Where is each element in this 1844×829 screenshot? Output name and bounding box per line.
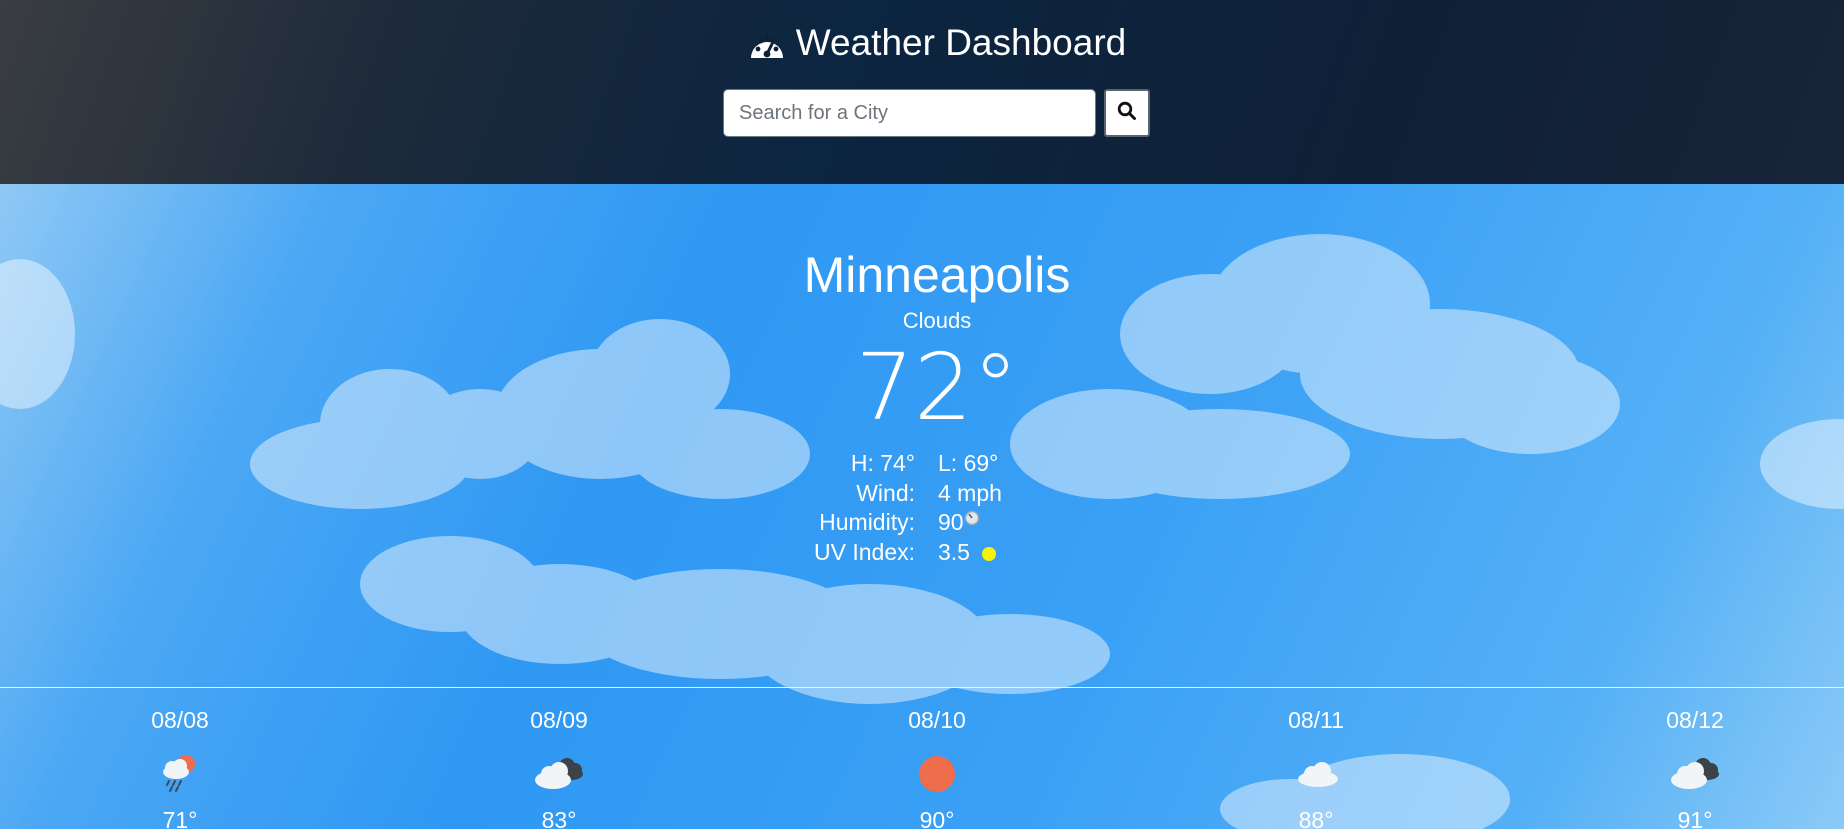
forecast-date: 08/12 <box>1666 707 1724 733</box>
humidity-row: Humidity: 90 <box>780 509 1040 539</box>
wind-value: 4 mph <box>938 479 1002 506</box>
wind-label: Wind: <box>856 479 915 506</box>
city-name: Minneapolis <box>803 247 1071 303</box>
rain-sun-icon <box>158 752 202 792</box>
wind-row: Wind: 4 mph <box>780 480 1040 510</box>
cloudy-icon <box>1671 752 1719 792</box>
tachometer-icon <box>748 28 786 58</box>
forecast-date: 08/08 <box>151 707 209 733</box>
uv-row: UV Index: 3.5 <box>780 539 1040 569</box>
forecast-temp: 83° <box>541 807 577 829</box>
forecast-temp: 90° <box>919 807 955 829</box>
high-temp: H: 74° <box>850 450 915 476</box>
current-temperature: 72° <box>855 334 1019 441</box>
header: Weather Dashboard <box>0 0 1844 184</box>
uv-label: UV Index: <box>814 538 915 565</box>
humidity-value-wrap: 90 <box>938 509 980 536</box>
search-icon <box>1117 101 1137 126</box>
page-title: Weather Dashboard <box>0 22 1844 64</box>
uv-indicator <box>981 546 996 561</box>
search-button[interactable] <box>1104 89 1150 137</box>
cloudy-icon <box>535 752 583 792</box>
forecast-temp: 91° <box>1677 807 1713 829</box>
high-low-row: H: 74° L: 69° <box>780 450 1040 480</box>
uv-value-wrap: 3.5 <box>938 539 996 566</box>
forecast-date: 08/10 <box>908 707 966 733</box>
weather-dashboard-page: Weather Dashboard Search for a City Minn… <box>0 0 1844 829</box>
forecast-date: 08/09 <box>530 707 588 733</box>
current-weather-panel: Minneapolis Clouds 72° H: 74° L: 69° Win… <box>0 184 1844 829</box>
weather-stats: H: 74° L: 69° Wind: 4 mph Humidity: 90 U… <box>780 450 1040 568</box>
humidity-gauge-icon <box>964 505 980 532</box>
forecast-date: 08/11 <box>1288 707 1344 733</box>
forecast-temp: 88° <box>1298 807 1334 829</box>
humidity-label: Humidity: <box>819 509 915 535</box>
humidity-value: 90 <box>938 509 964 535</box>
sun-icon <box>915 752 959 792</box>
low-temp: L: 69° <box>938 450 999 476</box>
title-text: Weather Dashboard <box>795 22 1127 63</box>
cloud-icon <box>1294 752 1338 792</box>
weather-condition: Clouds <box>902 308 972 333</box>
forecast-row: 08/08 71° 08/09 83° 08/10 90° 08/11 88° … <box>0 687 1844 829</box>
forecast-temp: 71° <box>162 807 198 829</box>
search-input[interactable] <box>723 89 1096 137</box>
uv-value: 3.5 <box>938 538 970 565</box>
